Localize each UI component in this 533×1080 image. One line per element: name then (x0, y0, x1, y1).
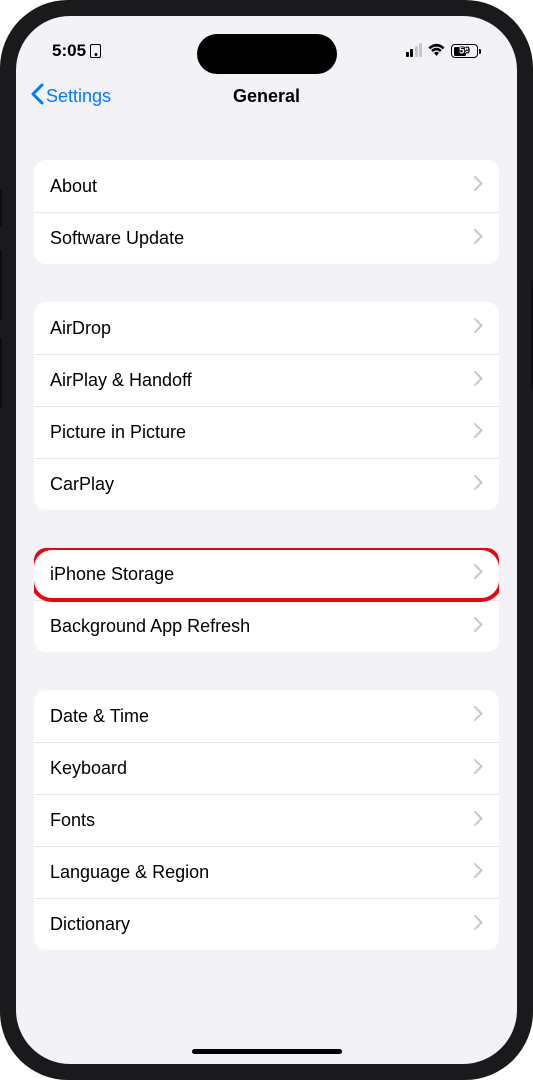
status-right: 59 (406, 41, 482, 61)
row-iphone-storage[interactable]: iPhone Storage (34, 548, 499, 600)
row-background-app-refresh[interactable]: Background App Refresh (34, 600, 499, 652)
row-label: iPhone Storage (50, 564, 174, 585)
chevron-right-icon (474, 475, 483, 495)
volume-up-button (0, 250, 2, 320)
phone-frame: 5:05 59 (0, 0, 533, 1080)
row-label: Software Update (50, 228, 184, 249)
row-label: Picture in Picture (50, 422, 186, 443)
row-keyboard[interactable]: Keyboard (34, 742, 499, 794)
row-label: Background App Refresh (50, 616, 250, 637)
back-label: Settings (46, 86, 111, 107)
row-label: AirDrop (50, 318, 111, 339)
orientation-lock-icon (90, 44, 101, 58)
page-title: General (233, 86, 300, 107)
row-label: Dictionary (50, 914, 130, 935)
wifi-icon (428, 41, 445, 61)
row-dictionary[interactable]: Dictionary (34, 898, 499, 950)
settings-group-4: Date & Time Keyboard Fonts Language & Re… (34, 690, 499, 950)
chevron-right-icon (474, 863, 483, 883)
mute-switch (0, 190, 2, 226)
dynamic-island (197, 34, 337, 74)
cellular-signal-icon (406, 45, 423, 57)
chevron-right-icon (474, 706, 483, 726)
battery-icon: 59 (451, 44, 481, 58)
row-airplay-handoff[interactable]: AirPlay & Handoff (34, 354, 499, 406)
settings-group-1: About Software Update (34, 160, 499, 264)
row-fonts[interactable]: Fonts (34, 794, 499, 846)
row-airdrop[interactable]: AirDrop (34, 302, 499, 354)
row-label: Keyboard (50, 758, 127, 779)
chevron-right-icon (474, 318, 483, 338)
chevron-right-icon (474, 915, 483, 935)
status-left: 5:05 (52, 41, 101, 61)
row-label: Fonts (50, 810, 95, 831)
home-indicator[interactable] (192, 1049, 342, 1054)
row-label: AirPlay & Handoff (50, 370, 192, 391)
chevron-right-icon (474, 229, 483, 249)
phone-screen: 5:05 59 (16, 16, 517, 1064)
row-label: CarPlay (50, 474, 114, 495)
chevron-right-icon (474, 811, 483, 831)
chevron-left-icon (30, 83, 44, 110)
content: About Software Update AirDrop AirPlay & … (16, 160, 517, 950)
row-language-region[interactable]: Language & Region (34, 846, 499, 898)
row-label: About (50, 176, 97, 197)
back-button[interactable]: Settings (30, 83, 111, 110)
row-label: Date & Time (50, 706, 149, 727)
row-date-time[interactable]: Date & Time (34, 690, 499, 742)
row-carplay[interactable]: CarPlay (34, 458, 499, 510)
chevron-right-icon (474, 423, 483, 443)
row-software-update[interactable]: Software Update (34, 212, 499, 264)
row-picture-in-picture[interactable]: Picture in Picture (34, 406, 499, 458)
settings-group-2: AirDrop AirPlay & Handoff Picture in Pic… (34, 302, 499, 510)
settings-group-3: iPhone Storage Background App Refresh (34, 548, 499, 652)
chevron-right-icon (474, 617, 483, 637)
row-about[interactable]: About (34, 160, 499, 212)
status-time: 5:05 (52, 41, 86, 61)
chevron-right-icon (474, 371, 483, 391)
nav-bar: Settings General (16, 72, 517, 120)
row-label: Language & Region (50, 862, 209, 883)
volume-down-button (0, 338, 2, 408)
chevron-right-icon (474, 176, 483, 196)
chevron-right-icon (474, 759, 483, 779)
chevron-right-icon (474, 564, 483, 584)
